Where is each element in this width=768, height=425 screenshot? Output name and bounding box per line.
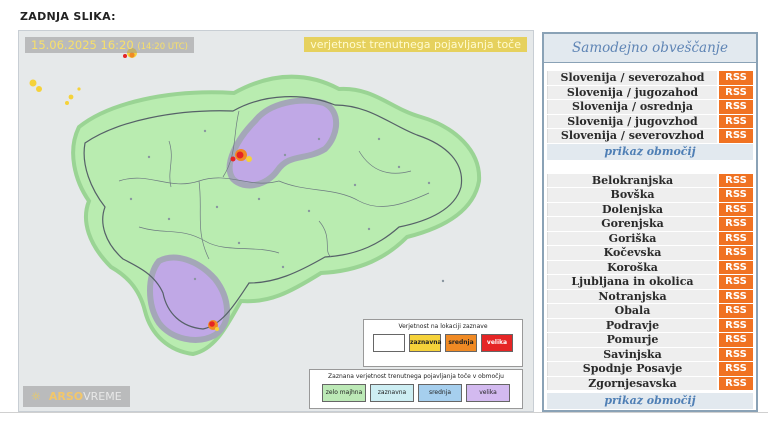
map-title: verjetnost trenutnega pojavljanja toče [304, 37, 527, 52]
region-link-koroska[interactable]: Koroška [547, 260, 717, 274]
legend-area-srednja: srednja [418, 384, 462, 402]
region-link-spodnje-posavje[interactable]: Spodnje Posavje [547, 362, 717, 376]
region-link-slovenija-jugovzhod[interactable]: Slovenija / jugovzhod [547, 114, 717, 128]
rss-button-bovska[interactable]: RSS [719, 188, 753, 202]
rss-button-slovenija-osrednja[interactable]: RSS [719, 100, 753, 114]
region-list-secondary: Belokranjska RSS Bovška RSS Dolenjska RSS Gore… [547, 173, 753, 390]
legend-location-title: Verjetnost na lokaciji zaznave [398, 323, 488, 330]
page-divider [0, 412, 768, 413]
region-link-slovenija-severozahod[interactable]: Slovenija / severozahod [547, 71, 717, 85]
region-link-savinjska[interactable]: Savinjska [547, 347, 717, 361]
region-row-gorenjska: Gorenjska RSS [547, 217, 753, 231]
region-link-bovska[interactable]: Bovška [547, 188, 717, 202]
map-timestamp: 15.06.2025 16:20 (14:20 UTC) [25, 37, 194, 53]
region-link-slovenija-jugozahod[interactable]: Slovenija / jugozahod [547, 85, 717, 99]
show-regions-link-bottom[interactable]: prikaz območij [547, 393, 753, 409]
rss-button-belokranjska[interactable]: RSS [719, 173, 753, 187]
region-row-obala: Obala RSS [547, 304, 753, 318]
legend-location-zaznavna: zaznavna [409, 334, 442, 352]
rss-button-notranjska[interactable]: RSS [719, 289, 753, 303]
legend-location-srednja: srednja [445, 334, 477, 352]
legend-area-title: Zaznana verjetnost trenutnega pojavljanj… [328, 373, 504, 380]
region-row-notranjska: Notranjska RSS [547, 289, 753, 303]
sun-icon: ☼ [31, 390, 41, 403]
map-utc-time: (14:20 UTC) [137, 42, 188, 52]
legend-area-velika: velika [466, 384, 510, 402]
arso-logo: ☼ ARSOVREME [23, 386, 130, 407]
legend-location: Verjetnost na lokaciji zaznave zaznavna … [363, 319, 523, 367]
region-row-belokranjska: Belokranjska RSS [547, 173, 753, 187]
region-link-obala[interactable]: Obala [547, 304, 717, 318]
region-link-goriska[interactable]: Goriška [547, 231, 717, 245]
region-row-zgornjesavska: Zgornjesavska RSS [547, 376, 753, 390]
region-row-slovenija-severovzhod: Slovenija / severovzhod RSS [547, 129, 753, 143]
region-row-dolenjska: Dolenjska RSS [547, 202, 753, 216]
map-local-time: 15.06.2025 16:20 [31, 38, 134, 52]
rss-button-slovenija-severovzhod[interactable]: RSS [719, 129, 753, 143]
rss-button-gorenjska[interactable]: RSS [719, 217, 753, 231]
legend-area-zelo-majhna: zelo majhna [322, 384, 366, 402]
region-row-slovenija-jugovzhod: Slovenija / jugovzhod RSS [547, 114, 753, 128]
rss-button-podravje[interactable]: RSS [719, 318, 753, 332]
region-row-bovska: Bovška RSS [547, 188, 753, 202]
region-link-slovenija-severovzhod[interactable]: Slovenija / severovzhod [547, 129, 717, 143]
region-link-belokranjska[interactable]: Belokranjska [547, 173, 717, 187]
region-row-kocevska: Kočevska RSS [547, 246, 753, 260]
region-row-savinjska: Savinjska RSS [547, 347, 753, 361]
legend-area: Zaznana verjetnost trenutnega pojavljanj… [309, 369, 523, 409]
legend-location-velika: velika [481, 334, 513, 352]
region-row-ljubljana-in-okolica: Ljubljana in okolica RSS [547, 275, 753, 289]
rss-button-slovenija-severozahod[interactable]: RSS [719, 71, 753, 85]
rss-button-dolenjska[interactable]: RSS [719, 202, 753, 216]
rss-button-ljubljana-in-okolica[interactable]: RSS [719, 275, 753, 289]
rss-button-kocevska[interactable]: RSS [719, 246, 753, 260]
notification-panel: Samodejno obveščanje Slovenija / severoz… [542, 32, 758, 412]
page-heading: ZADNJA SLIKA: [20, 10, 116, 23]
panel-title: Samodejno obveščanje [544, 34, 756, 63]
rss-button-savinjska[interactable]: RSS [719, 347, 753, 361]
region-row-pomurje: Pomurje RSS [547, 333, 753, 347]
show-regions-link[interactable]: prikaz območij [547, 143, 753, 160]
hail-probability-map: 15.06.2025 16:20 (14:20 UTC) verjetnost … [18, 30, 534, 412]
rss-button-zgornjesavska[interactable]: RSS [719, 376, 753, 390]
region-row-slovenija-severozahod: Slovenija / severozahod RSS [547, 71, 753, 85]
region-link-ljubljana-in-okolica[interactable]: Ljubljana in okolica [547, 275, 717, 289]
region-row-goriska: Goriška RSS [547, 231, 753, 245]
region-row-koroska: Koroška RSS [547, 260, 753, 274]
rss-button-slovenija-jugovzhod[interactable]: RSS [719, 114, 753, 128]
rss-button-goriska[interactable]: RSS [719, 231, 753, 245]
rss-button-slovenija-jugozahod[interactable]: RSS [719, 85, 753, 99]
region-link-kocevska[interactable]: Kočevska [547, 246, 717, 260]
region-link-podravje[interactable]: Podravje [547, 318, 717, 332]
region-link-zgornjesavska[interactable]: Zgornjesavska [547, 376, 717, 390]
region-list-primary: Slovenija / severozahod RSS Slovenija / ju… [547, 71, 753, 143]
rss-button-obala[interactable]: RSS [719, 304, 753, 318]
logo-vreme: VREME [83, 390, 122, 403]
rss-button-koroska[interactable]: RSS [719, 260, 753, 274]
rss-button-pomurje[interactable]: RSS [719, 333, 753, 347]
hail-detection-west [29, 79, 81, 105]
logo-arso: ARSO [48, 390, 84, 403]
region-link-notranjska[interactable]: Notranjska [547, 289, 717, 303]
legend-location-none [373, 334, 405, 352]
region-row-spodnje-posavje: Spodnje Posavje RSS [547, 362, 753, 376]
legend-area-zaznavna: zaznavna [370, 384, 414, 402]
region-row-slovenija-jugozahod: Slovenija / jugozahod RSS [547, 85, 753, 99]
region-link-pomurje[interactable]: Pomurje [547, 333, 717, 347]
region-link-slovenija-osrednja[interactable]: Slovenija / osrednja [547, 100, 717, 114]
region-link-dolenjska[interactable]: Dolenjska [547, 202, 717, 216]
region-row-podravje: Podravje RSS [547, 318, 753, 332]
rss-button-spodnje-posavje[interactable]: RSS [719, 362, 753, 376]
region-row-slovenija-osrednja: Slovenija / osrednja RSS [547, 100, 753, 114]
region-link-gorenjska[interactable]: Gorenjska [547, 217, 717, 231]
